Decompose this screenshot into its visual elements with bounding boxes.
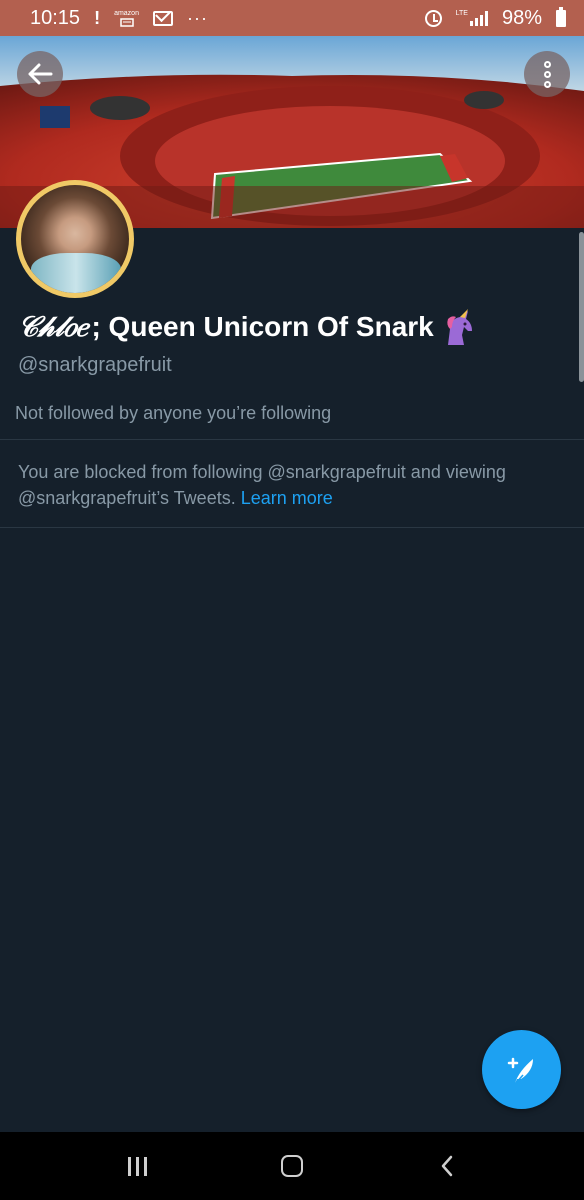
display-name-text: ; Queen Unicorn Of Snark	[91, 311, 434, 342]
profile-handle: @snarkgrapefruit	[18, 354, 172, 376]
compose-tweet-button[interactable]	[482, 1030, 561, 1109]
battery-percent: 98%	[501, 6, 542, 29]
amazon-label: amazon	[114, 9, 139, 17]
more-vertical-icon	[543, 60, 551, 88]
learn-more-link[interactable]: Learn more	[241, 488, 333, 508]
status-right: LTE 98%	[424, 6, 566, 30]
recents-button[interactable]	[107, 1146, 167, 1186]
scrollbar[interactable]	[579, 232, 584, 382]
followed-by-text: Not followed by anyone you’re following	[15, 403, 332, 423]
display-name-script: 𝒞𝒽𝓁𝑜𝑒	[18, 310, 88, 343]
divider	[0, 439, 584, 440]
status-time: 10:15	[30, 6, 81, 29]
home-button[interactable]	[262, 1146, 322, 1186]
battery-icon	[556, 6, 566, 27]
home-icon	[280, 1155, 303, 1177]
back-arrow-icon	[28, 63, 53, 85]
lte-label: LTE	[455, 10, 468, 17]
display-name: 𝒞𝒽𝓁𝑜𝑒 ; Queen Unicorn Of Snark	[18, 305, 478, 349]
status-left: 10:15 ! amazon ···	[30, 7, 208, 30]
blocked-message: You are blocked from following @snarkgra…	[18, 459, 578, 511]
signal-icon: LTE	[456, 10, 488, 26]
alarm-icon	[424, 9, 442, 27]
system-nav-bar	[0, 1132, 584, 1200]
unicorn-icon	[447, 309, 472, 345]
back-button[interactable]	[17, 51, 63, 97]
compose-tweet-icon	[507, 1057, 533, 1084]
system-back-button[interactable]	[417, 1146, 477, 1186]
gmail-icon	[152, 10, 173, 26]
notification-alert-icon: !	[94, 8, 101, 28]
more-options-button[interactable]	[524, 51, 570, 97]
more-notifications-icon: ···	[186, 7, 208, 28]
avatar-photo	[21, 185, 129, 293]
amazon-icon: amazon	[114, 10, 139, 27]
recents-icon	[127, 1156, 147, 1176]
back-icon	[441, 1155, 452, 1177]
status-bar: 10:15 ! amazon ··· LTE 98%	[0, 0, 584, 36]
divider	[0, 527, 584, 528]
avatar[interactable]	[16, 180, 134, 298]
